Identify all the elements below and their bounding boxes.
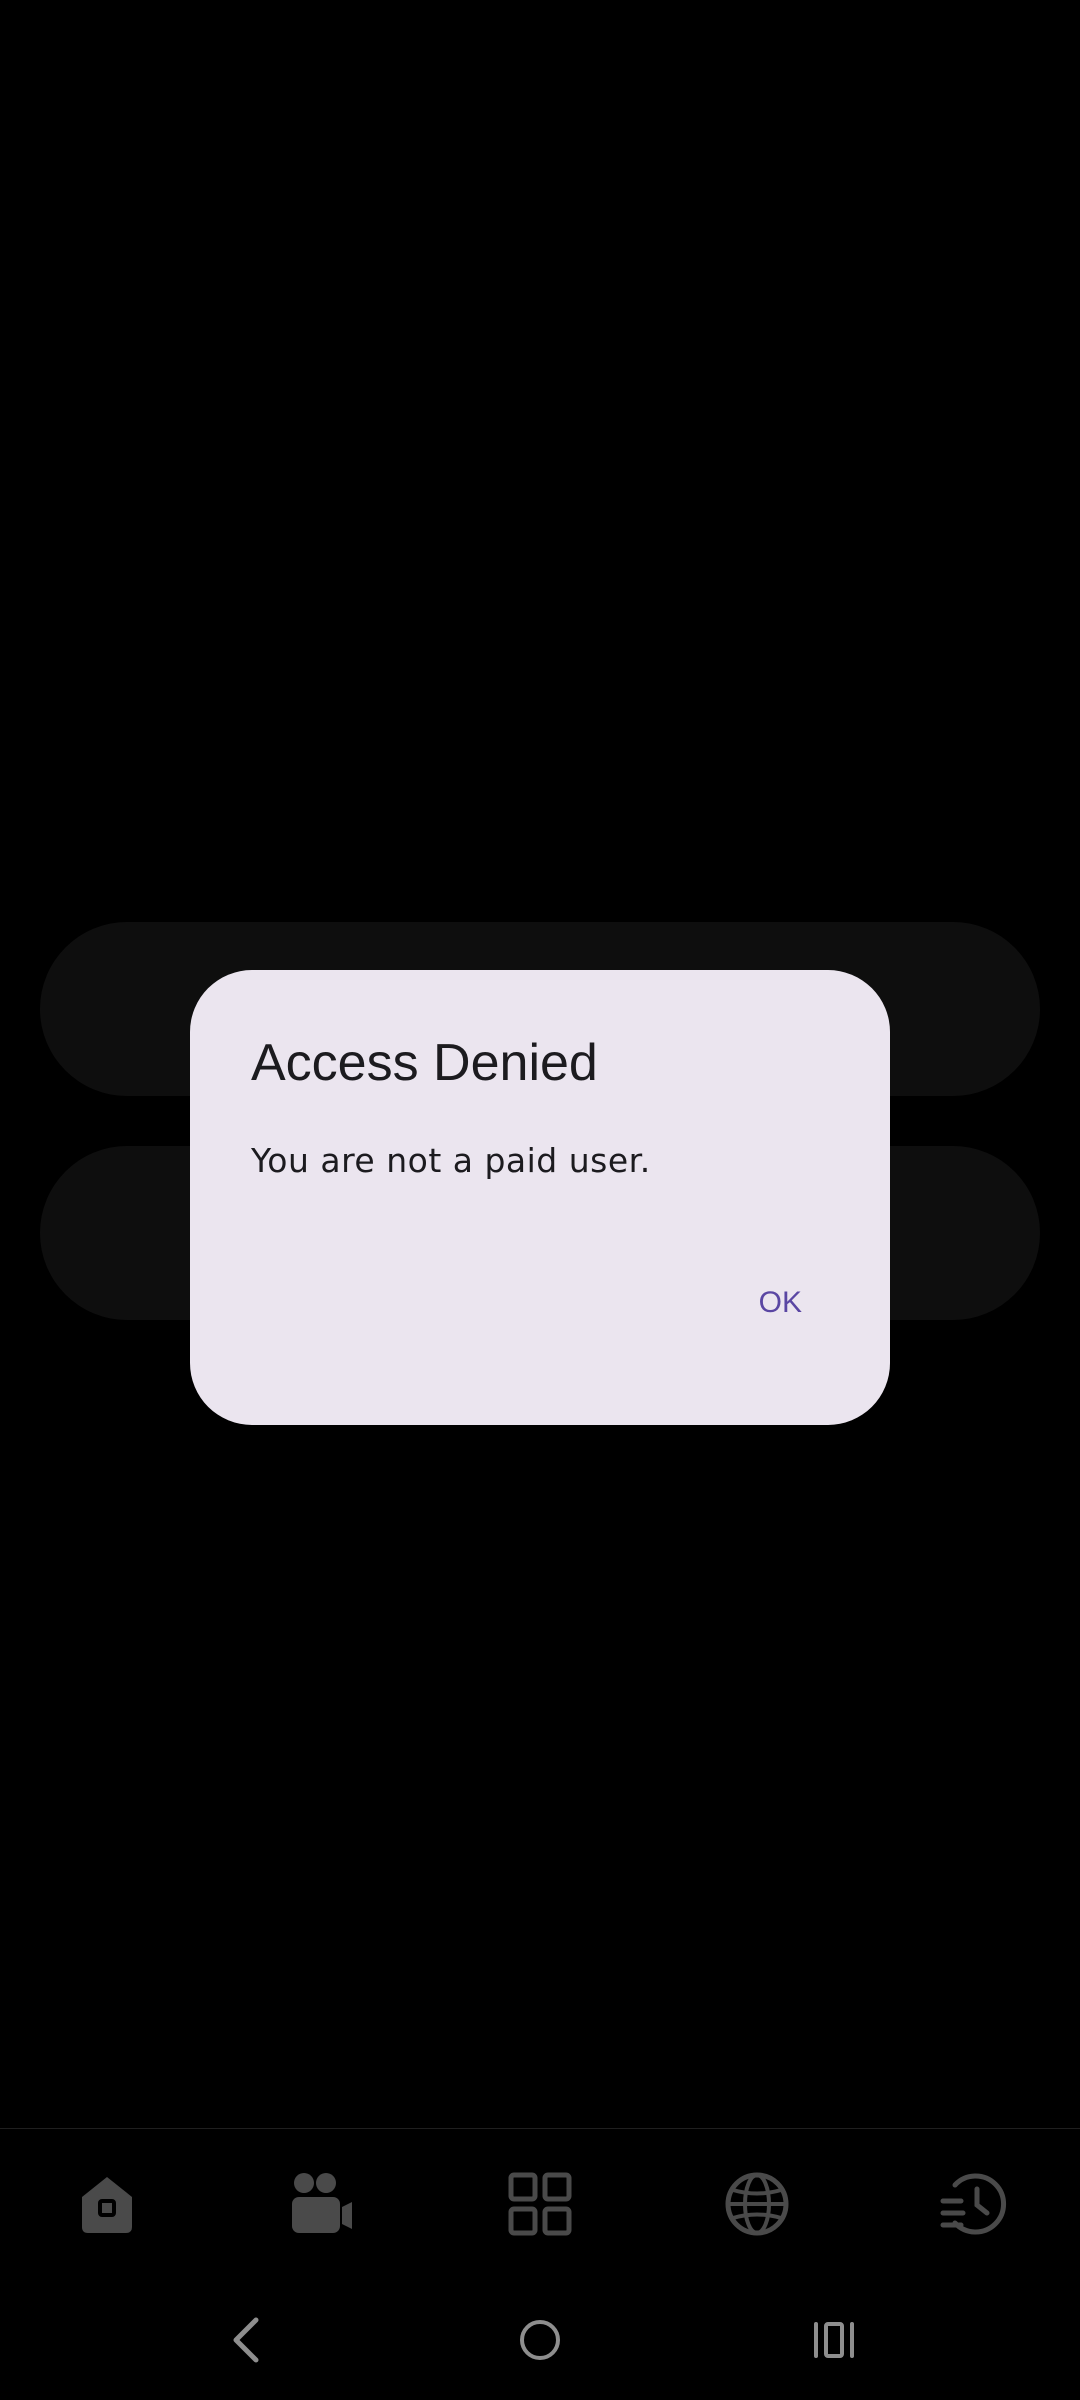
recents-icon [814,2322,854,2358]
system-navigation-bar [0,2278,1080,2400]
ok-button[interactable]: OK [759,1276,802,1330]
home-circle-icon [520,2320,560,2360]
nav-item-group-video[interactable] [288,2169,358,2239]
dialog-message: You are not a paid user. [251,1141,651,1180]
nav-item-globe[interactable] [722,2169,792,2239]
bottom-navigation [0,2128,1080,2279]
nav-item-grid[interactable] [505,2169,575,2239]
screen: Access Denied You are not a paid user. O… [0,0,1080,2400]
nav-item-home[interactable] [72,2169,142,2239]
nav-item-history[interactable] [938,2169,1008,2239]
system-back-button[interactable] [218,2312,274,2368]
home-icon [82,2177,132,2233]
access-denied-dialog: Access Denied You are not a paid user. O… [190,970,890,1425]
back-icon [233,2317,259,2363]
system-home-button[interactable] [512,2312,568,2368]
group-video-icon [292,2173,352,2233]
globe-icon [725,2172,789,2236]
dialog-title: Access Denied [251,1034,598,1092]
history-icon [940,2173,1006,2235]
grid-icon [508,2172,572,2236]
system-recents-button[interactable] [806,2312,862,2368]
